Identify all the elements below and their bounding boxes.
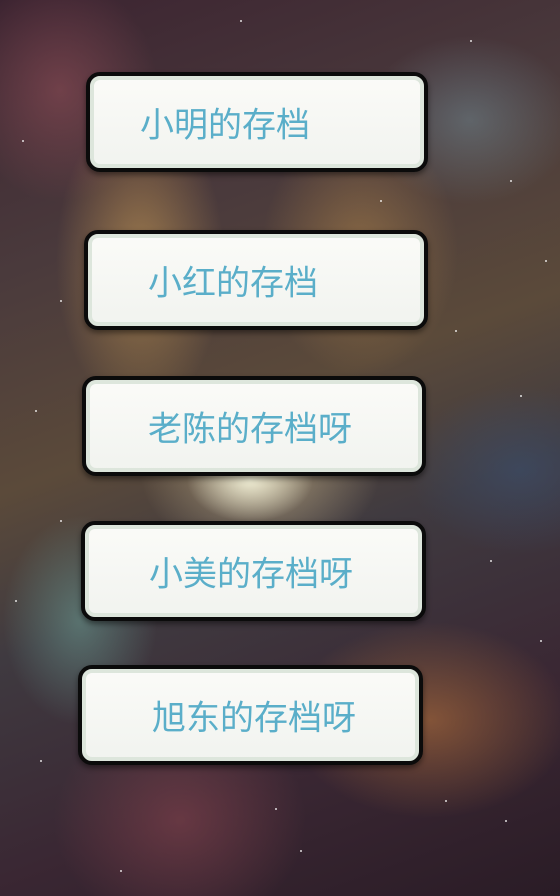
save-slot-button-5[interactable]: 旭东的存档呀 [78, 665, 423, 765]
save-slot-button-2[interactable]: 小红的存档 [84, 230, 428, 330]
save-slot-button-3[interactable]: 老陈的存档呀 [82, 376, 426, 476]
save-slot-list: 小明的存档 小红的存档 老陈的存档呀 小美的存档呀 旭东的存档呀 [0, 0, 560, 896]
save-slot-button-4[interactable]: 小美的存档呀 [81, 521, 426, 621]
save-slot-label: 老陈的存档呀 [148, 409, 352, 450]
save-slot-label: 小美的存档呀 [149, 554, 353, 595]
save-slot-label: 旭东的存档呀 [152, 698, 356, 739]
save-slot-label: 小红的存档 [148, 263, 318, 304]
save-slot-button-1[interactable]: 小明的存档 [86, 72, 428, 172]
save-slot-label: 小明的存档 [140, 105, 310, 146]
